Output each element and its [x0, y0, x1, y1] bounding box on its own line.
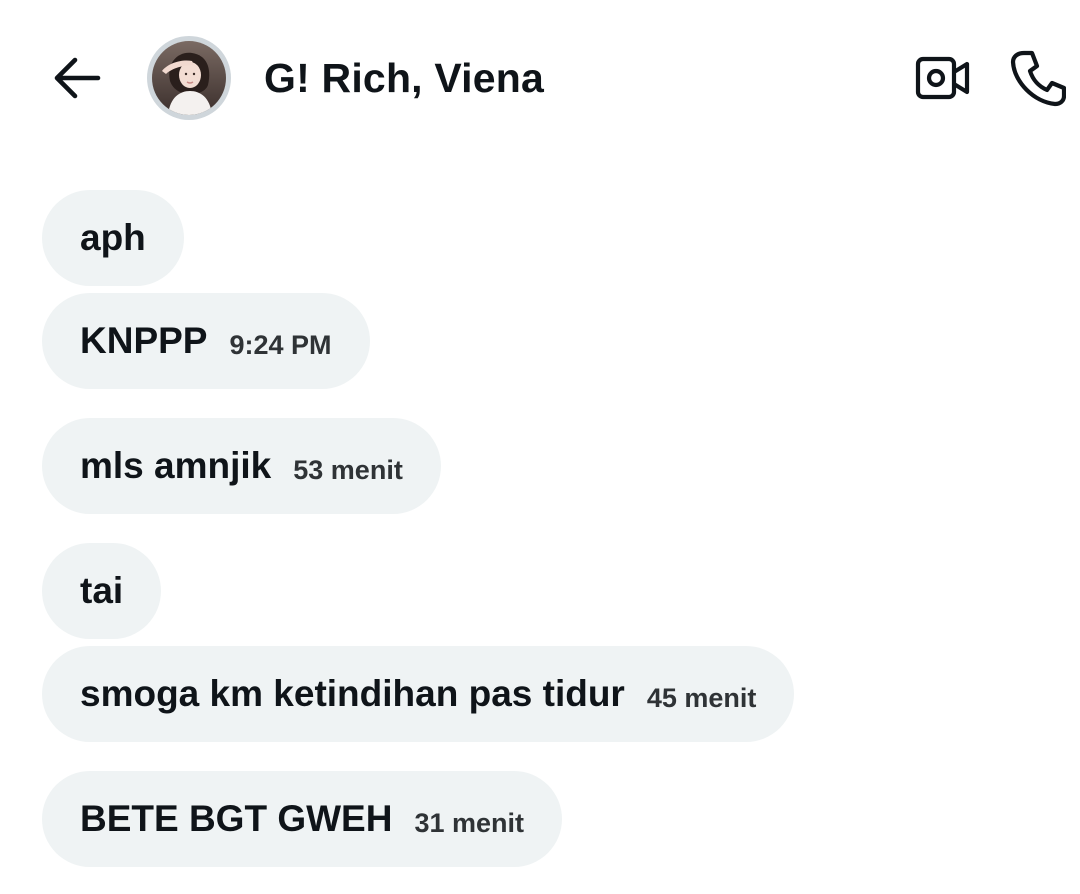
message-timestamp: 45 menit	[646, 683, 757, 713]
message-text: tai	[80, 570, 124, 611]
message-timestamp: 53 menit	[293, 455, 403, 485]
message-text: KNPPP	[80, 320, 208, 361]
message-timestamp: 9:24 PM	[229, 330, 332, 360]
message-list: aph KNPPP 9:24 PM mls amnjik 53 menit ta…	[0, 0, 1080, 894]
message-text: smoga km ketindihan pas tidur	[80, 673, 625, 714]
message-bubble[interactable]: mls amnjik 53 menit	[42, 418, 441, 514]
message-timestamp: 31 menit	[414, 808, 524, 838]
message-bubble[interactable]: tai	[42, 543, 162, 639]
message-bubble[interactable]: smoga km ketindihan pas tidur 45 menit	[42, 646, 795, 742]
message-bubble[interactable]: aph	[42, 190, 184, 286]
dm-conversation-screen: G! Rich, Viena aph KNPPP 9:24 PM mls amn…	[0, 0, 1080, 894]
message-bubble[interactable]: BETE BGT GWEH 31 menit	[42, 771, 562, 867]
message-text: BETE BGT GWEH	[80, 798, 393, 839]
message-text: aph	[80, 217, 146, 258]
message-text: mls amnjik	[80, 445, 272, 486]
message-bubble[interactable]: KNPPP 9:24 PM	[42, 293, 370, 389]
